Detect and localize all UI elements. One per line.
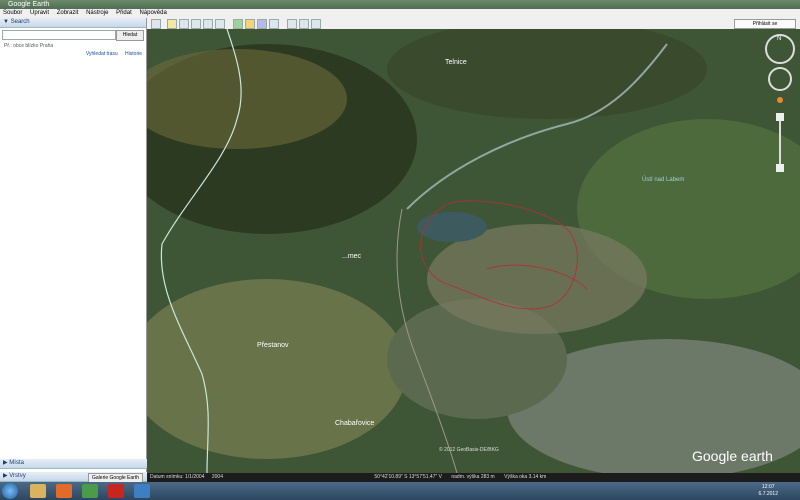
history-link[interactable]: Historie [125, 51, 142, 57]
start-button-icon[interactable] [2, 483, 18, 499]
history-year[interactable]: 2004 [212, 474, 223, 480]
firefox-icon[interactable] [56, 484, 72, 498]
map-view[interactable]: Telnice ...mec Přestanov Chabařovice Úst… [147, 29, 800, 473]
search-input[interactable] [2, 30, 116, 40]
status-bar: Datum snímku: 1/1/2004 2004 50°42'10.89"… [147, 473, 800, 482]
search-panel-header[interactable]: ▼ Search [0, 18, 146, 28]
clock-date: 6.7.2012 [758, 491, 778, 497]
print-icon[interactable] [299, 19, 309, 29]
places-panel-header[interactable]: ▶ Místa [0, 459, 149, 469]
zoom-out-icon[interactable] [776, 164, 784, 172]
label-chabarovice[interactable]: Chabařovice [335, 420, 374, 427]
label-knihov[interactable]: ...mec [342, 253, 362, 260]
menu-soubor[interactable]: Soubor [3, 10, 22, 16]
compass-n-label: N [777, 36, 781, 42]
menu-zobrazit[interactable]: Zobrazit [57, 10, 79, 16]
google-maps-icon[interactable] [311, 19, 321, 29]
search-links: Vyhledat trasu Historie [80, 51, 142, 57]
street-view-pegman-icon[interactable] [777, 97, 783, 103]
search-button[interactable]: Hledat [116, 30, 144, 41]
coordinates: 50°42'10.89" S 13°57'51.47" V [374, 474, 442, 480]
explorer-icon[interactable] [30, 484, 46, 498]
zoom-in-icon[interactable] [776, 113, 784, 121]
overlay-icon[interactable] [203, 19, 213, 29]
label-telnice[interactable]: Telnice [445, 59, 467, 66]
ruler-icon[interactable] [269, 19, 279, 29]
label-ustec[interactable]: Ústí nad Labem [642, 176, 684, 183]
placemark-icon[interactable] [167, 19, 177, 29]
opera-icon[interactable] [108, 484, 124, 498]
imagery-date: Datum snímku: 1/1/2004 [150, 474, 205, 480]
tour-icon[interactable] [215, 19, 225, 29]
planets-icon[interactable] [257, 19, 267, 29]
satellite-imagery: Telnice ...mec Přestanov Chabařovice Úst… [147, 29, 800, 473]
title-bar: Google Earth [0, 0, 800, 9]
historical-imagery-icon[interactable] [233, 19, 243, 29]
directions-link[interactable]: Vyhledat trasu [86, 51, 118, 57]
sidebar-toggle-icon[interactable] [151, 19, 161, 29]
sidebar: ▼ Search Hledat Př.: obce blízko Praha V… [0, 18, 149, 483]
clock: 12:07 6.7.2012 [759, 484, 778, 498]
email-icon[interactable] [287, 19, 297, 29]
lake [417, 212, 487, 242]
elevation: nadm. výška 283 m [451, 474, 495, 480]
google-earth-logo: Google earth [692, 448, 773, 464]
chrome-icon[interactable] [82, 484, 98, 498]
navigation-controls: N [765, 34, 795, 172]
copyright-text: © 2012 GeoBasis-DE/BKG [439, 446, 499, 453]
window-title: Google Earth [8, 1, 50, 8]
menu-upravit[interactable]: Upravit [30, 10, 49, 16]
taskbar: 12:07 6.7.2012 [0, 482, 800, 500]
menu-pridat[interactable]: Přidat [116, 10, 132, 16]
move-ring[interactable] [768, 67, 792, 91]
polygon-icon[interactable] [179, 19, 189, 29]
google-earth-taskbar-icon[interactable] [134, 484, 150, 498]
search-row: Hledat [2, 30, 144, 41]
clock-time: 12:07 [762, 484, 775, 490]
menu-nastroje[interactable]: Nástroje [86, 10, 108, 16]
label-pristanov[interactable]: Přestanov [257, 342, 289, 349]
menu-napoveda[interactable]: Nápověda [139, 10, 166, 16]
path-icon[interactable] [191, 19, 201, 29]
search-hint: Př.: obce blízko Praha [4, 43, 54, 49]
sign-in-button[interactable]: Přihlásit se [734, 19, 796, 29]
eye-altitude: Výška oka 3.14 km [504, 474, 547, 480]
sun-icon[interactable] [245, 19, 255, 29]
